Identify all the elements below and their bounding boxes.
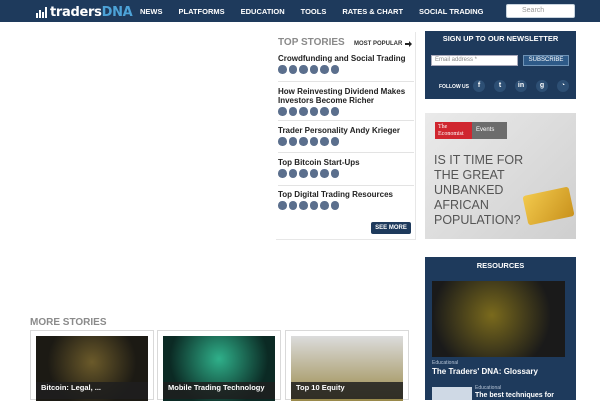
resources-heading: RESOURCES — [476, 261, 525, 270]
more-story-card[interactable]: Top 10 Equity — [285, 330, 409, 401]
resource-title[interactable]: The best techniques for — [475, 392, 554, 399]
linkedin-icon[interactable] — [299, 107, 308, 116]
twitter-icon[interactable]: t — [494, 80, 506, 92]
facebook-icon[interactable] — [278, 107, 287, 116]
resource-category: Educational — [475, 385, 502, 391]
stumbleupon-icon[interactable] — [320, 107, 329, 116]
nav-tools[interactable]: TOOLS — [301, 7, 327, 16]
stumbleupon-icon[interactable] — [320, 137, 329, 146]
more-story-caption[interactable]: Top 10 Equity — [291, 382, 403, 399]
top-stories-heading: TOP STORIES — [278, 37, 345, 48]
newsletter-box: SIGN UP TO OUR NEWSLETTER Email address … — [425, 31, 576, 99]
facebook-icon[interactable] — [278, 201, 287, 210]
nav-rates-chart[interactable]: RATES & CHART — [342, 7, 403, 16]
ad-events-label: Events — [472, 122, 507, 139]
twitter-icon[interactable] — [288, 107, 297, 116]
more-story-card[interactable]: Mobile Trading Technology — [157, 330, 281, 401]
stumbleupon-icon[interactable] — [320, 65, 329, 74]
nav-platforms[interactable]: PLATFORMS — [179, 7, 225, 16]
see-more-button[interactable]: SEE MORE — [371, 222, 411, 234]
story-item[interactable]: Top Digital Trading Resources — [278, 190, 414, 216]
resource-title[interactable]: The Traders' DNA: Glossary — [432, 367, 538, 376]
newsletter-email-input[interactable]: Email address * — [431, 55, 518, 66]
story-title[interactable]: Crowdfunding and Social Trading — [278, 54, 414, 63]
pinterest-icon[interactable] — [330, 65, 339, 74]
more-story-card[interactable]: Bitcoin: Legal, ... — [30, 330, 154, 401]
pinterest-icon[interactable] — [330, 201, 339, 210]
more-story-caption[interactable]: Mobile Trading Technology — [163, 382, 275, 399]
facebook-icon[interactable] — [278, 169, 287, 178]
glossary-image[interactable] — [432, 281, 565, 357]
facebook-icon[interactable] — [278, 137, 287, 146]
share-icons — [278, 107, 414, 116]
search-input[interactable]: Search — [506, 4, 575, 18]
most-popular-label: MOST POPULAR — [354, 41, 403, 47]
rss-icon[interactable]: ◔ — [557, 80, 569, 92]
twitter-icon[interactable] — [288, 169, 297, 178]
story-item[interactable]: How Reinvesting Dividend Makes Investors… — [278, 87, 414, 121]
google-plus-icon[interactable] — [309, 65, 318, 74]
most-popular-link[interactable]: MOST POPULAR — [354, 41, 413, 47]
resource-category: Educational — [432, 360, 459, 366]
story-title[interactable]: Trader Personality Andy Krieger — [278, 126, 414, 135]
google-plus-icon[interactable] — [309, 201, 318, 210]
resource-thumbnail[interactable] — [432, 387, 472, 400]
linkedin-icon[interactable] — [299, 65, 308, 74]
logo-text-traders: traders — [50, 4, 102, 20]
twitter-icon[interactable] — [288, 65, 297, 74]
story-item[interactable]: Top Bitcoin Start-Ups — [278, 158, 414, 186]
share-icons — [278, 65, 414, 74]
economist-ad-banner[interactable]: The Economist Events IS IT TIME FOR THE … — [425, 113, 576, 239]
story-title[interactable]: Top Bitcoin Start-Ups — [278, 158, 414, 167]
google-plus-icon[interactable] — [309, 169, 318, 178]
more-stories-heading: MORE STORIES — [30, 317, 107, 328]
pinterest-icon[interactable] — [330, 107, 339, 116]
share-icons — [278, 169, 414, 178]
main-nav: NEWS PLATFORMS EDUCATION TOOLS RATES & C… — [140, 0, 500, 22]
share-icons — [278, 201, 414, 210]
google-plus-icon[interactable] — [309, 137, 318, 146]
resources-box: RESOURCES Educational The Traders' DNA: … — [425, 257, 576, 400]
pinterest-icon[interactable] — [330, 169, 339, 178]
google-plus-icon[interactable]: g — [536, 80, 548, 92]
share-icons — [278, 137, 414, 146]
story-item[interactable]: Crowdfunding and Social Trading — [278, 54, 414, 82]
linkedin-icon[interactable]: in — [515, 80, 527, 92]
linkedin-icon[interactable] — [299, 169, 308, 178]
stumbleupon-icon[interactable] — [320, 201, 329, 210]
nav-social-trading[interactable]: SOCIAL TRADING — [419, 7, 483, 16]
nav-news[interactable]: NEWS — [140, 7, 163, 16]
facebook-icon[interactable] — [278, 65, 287, 74]
arrow-right-icon — [405, 41, 413, 47]
twitter-icon[interactable] — [288, 201, 297, 210]
subscribe-button[interactable]: SUBSCRIBE — [523, 55, 569, 66]
story-title[interactable]: How Reinvesting Dividend Makes Investors… — [278, 87, 414, 105]
follow-us-label: FOLLOW US — [439, 84, 469, 90]
newsletter-heading: SIGN UP TO OUR NEWSLETTER — [442, 34, 559, 43]
google-plus-icon[interactable] — [309, 107, 318, 116]
twitter-icon[interactable] — [288, 137, 297, 146]
linkedin-icon[interactable] — [299, 201, 308, 210]
top-navigation-bar: traders DNA NEWS PLATFORMS EDUCATION TOO… — [0, 0, 600, 22]
more-story-caption[interactable]: Bitcoin: Legal, ... — [36, 382, 148, 399]
logo-text-dna: DNA — [101, 4, 133, 20]
nav-education[interactable]: EDUCATION — [241, 7, 285, 16]
linkedin-icon[interactable] — [299, 137, 308, 146]
social-icons: f t in g ◔ — [473, 80, 569, 92]
story-item[interactable]: Trader Personality Andy Krieger — [278, 126, 414, 153]
top-stories-panel: TOP STORIES MOST POPULAR Crowdfunding an… — [276, 32, 416, 240]
economist-logo: The Economist — [435, 122, 472, 139]
stumbleupon-icon[interactable] — [320, 169, 329, 178]
story-title[interactable]: Top Digital Trading Resources — [278, 190, 414, 199]
pinterest-icon[interactable] — [330, 137, 339, 146]
facebook-icon[interactable]: f — [473, 80, 485, 92]
logo-bars-icon — [36, 6, 47, 18]
tradersdna-logo[interactable]: traders DNA — [36, 4, 133, 20]
